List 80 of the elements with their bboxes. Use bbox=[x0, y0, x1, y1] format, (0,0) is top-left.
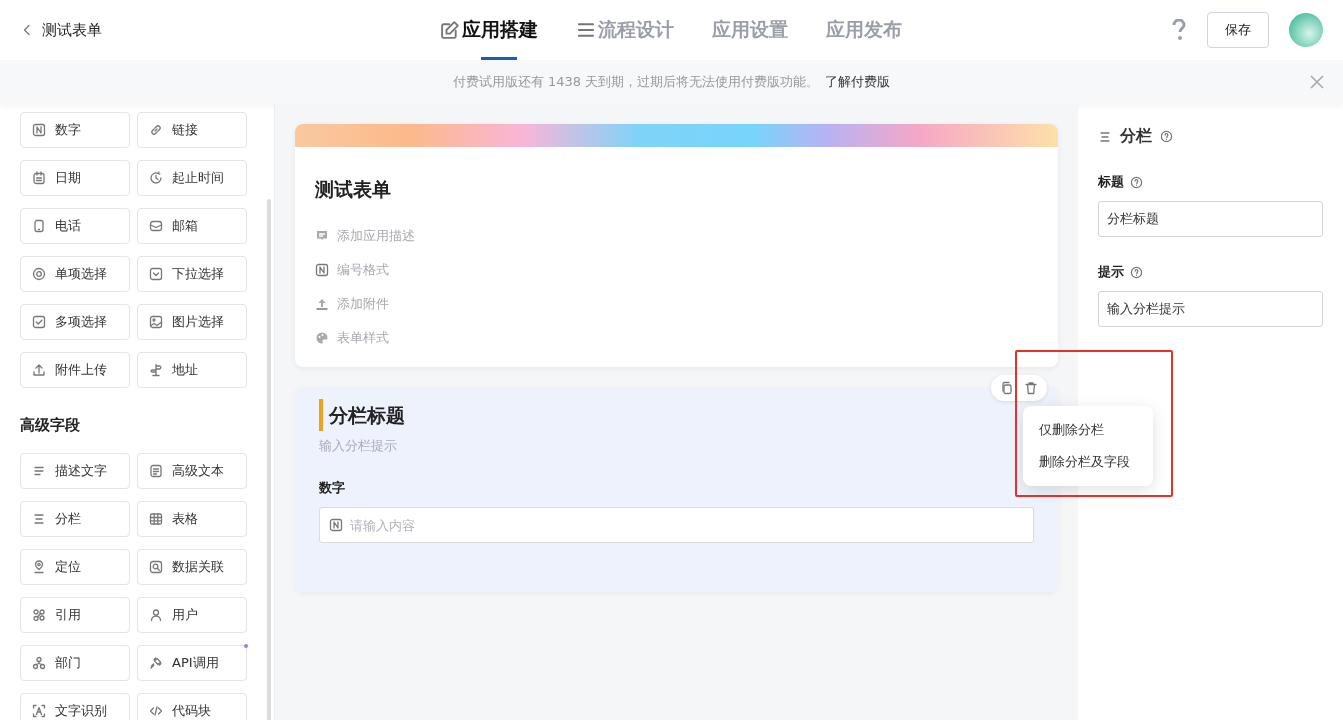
field-type-button[interactable]: 代码块 bbox=[137, 693, 247, 720]
field-type-button[interactable]: 电话 bbox=[20, 208, 130, 244]
field-type-button[interactable]: 表格 bbox=[137, 501, 247, 537]
link-icon bbox=[149, 123, 163, 137]
field-type-button[interactable]: 定位 bbox=[20, 549, 130, 585]
upload-icon bbox=[32, 363, 46, 377]
field-type-button[interactable]: 高级文本 bbox=[137, 453, 247, 489]
table-icon bbox=[149, 512, 163, 526]
help-circle-icon bbox=[1160, 130, 1173, 143]
field-type-button[interactable]: 数字 bbox=[20, 112, 130, 148]
section-hint: 输入分栏提示 bbox=[319, 437, 398, 455]
org-chart-icon bbox=[32, 656, 46, 670]
number-icon bbox=[32, 123, 46, 137]
field-type-button[interactable]: API调用 bbox=[137, 645, 247, 681]
field-type-button[interactable]: 附件上传 bbox=[20, 352, 130, 388]
field-type-button[interactable]: 多项选择 bbox=[20, 304, 130, 340]
field-type-button[interactable]: 链接 bbox=[137, 112, 247, 148]
save-button[interactable]: 保存 bbox=[1207, 12, 1269, 48]
columns-icon bbox=[32, 512, 46, 526]
form-title: 测试表单 bbox=[315, 177, 392, 202]
palette-icon bbox=[315, 331, 329, 345]
location-pin-icon bbox=[32, 560, 46, 574]
help-circle-icon bbox=[1130, 175, 1143, 189]
comment-icon bbox=[315, 229, 329, 243]
property-input[interactable]: 分栏标题 bbox=[1098, 201, 1323, 237]
radio-icon bbox=[32, 267, 46, 281]
user-icon bbox=[149, 608, 163, 622]
property-input[interactable]: 输入分栏提示 bbox=[1098, 291, 1323, 327]
clock-icon bbox=[149, 171, 163, 185]
checkbox-icon bbox=[32, 315, 46, 329]
field-type-button[interactable]: 图片选择 bbox=[137, 304, 247, 340]
document-icon bbox=[149, 464, 163, 478]
field-type-button[interactable]: 分栏 bbox=[20, 501, 130, 537]
number-input-field[interactable]: 请输入内容 bbox=[319, 507, 1034, 543]
phone-icon bbox=[32, 219, 46, 233]
field-type-button[interactable]: 描述文字 bbox=[20, 453, 130, 489]
help-icon[interactable] bbox=[1171, 19, 1187, 41]
back-button[interactable]: 测试表单 bbox=[20, 20, 340, 40]
help-circle-icon bbox=[1130, 265, 1143, 279]
code-icon bbox=[149, 704, 163, 718]
avatar[interactable] bbox=[1289, 13, 1323, 47]
field-type-button[interactable]: 数据关联 bbox=[137, 549, 247, 585]
text-scan-icon bbox=[32, 704, 46, 718]
columns-icon bbox=[1098, 129, 1112, 144]
field-type-button[interactable]: 部门 bbox=[20, 645, 130, 681]
trash-icon bbox=[1024, 381, 1038, 395]
group-heading: 高级字段 bbox=[20, 416, 81, 435]
text-lines-icon bbox=[32, 464, 46, 478]
field-label: 数字 bbox=[319, 479, 346, 497]
search-document-icon bbox=[149, 560, 163, 574]
property-label: 提示 bbox=[1098, 263, 1124, 281]
pricing-link[interactable]: 了解付费版 bbox=[825, 73, 891, 91]
panel-title: 分栏 bbox=[1120, 126, 1152, 147]
upload-icon bbox=[315, 297, 329, 311]
field-type-button[interactable]: 起止时间 bbox=[137, 160, 247, 196]
nav-tab[interactable]: 应用搭建 bbox=[440, 0, 538, 60]
app-title: 测试表单 bbox=[42, 20, 102, 40]
field-type-button[interactable]: 邮箱 bbox=[137, 208, 247, 244]
field-type-button[interactable]: 下拉选择 bbox=[137, 256, 247, 292]
edit-icon bbox=[440, 20, 460, 40]
trial-notice: 付费试用版还有 1438 天到期，过期后将无法使用付费版功能。 bbox=[452, 73, 820, 91]
property-label: 标题 bbox=[1098, 173, 1124, 191]
nodes-icon bbox=[32, 608, 46, 622]
plug-icon bbox=[149, 656, 163, 670]
field-type-button[interactable]: 地址 bbox=[137, 352, 247, 388]
field-type-button[interactable]: 文字识别 bbox=[20, 693, 130, 720]
field-type-button[interactable]: 引用 bbox=[20, 597, 130, 633]
field-type-button[interactable]: 用户 bbox=[137, 597, 247, 633]
mail-icon bbox=[149, 219, 163, 233]
field-type-button[interactable]: 日期 bbox=[20, 160, 130, 196]
signpost-icon bbox=[149, 363, 163, 377]
number-icon bbox=[315, 263, 329, 277]
calendar-icon bbox=[32, 171, 46, 185]
list-icon bbox=[576, 20, 596, 40]
image-icon bbox=[149, 315, 163, 329]
dropdown-icon bbox=[149, 267, 163, 281]
copy-icon bbox=[1000, 381, 1014, 395]
number-icon bbox=[329, 518, 343, 532]
field-type-button[interactable]: 单项选择 bbox=[20, 256, 130, 292]
scrollbar[interactable] bbox=[267, 199, 271, 720]
